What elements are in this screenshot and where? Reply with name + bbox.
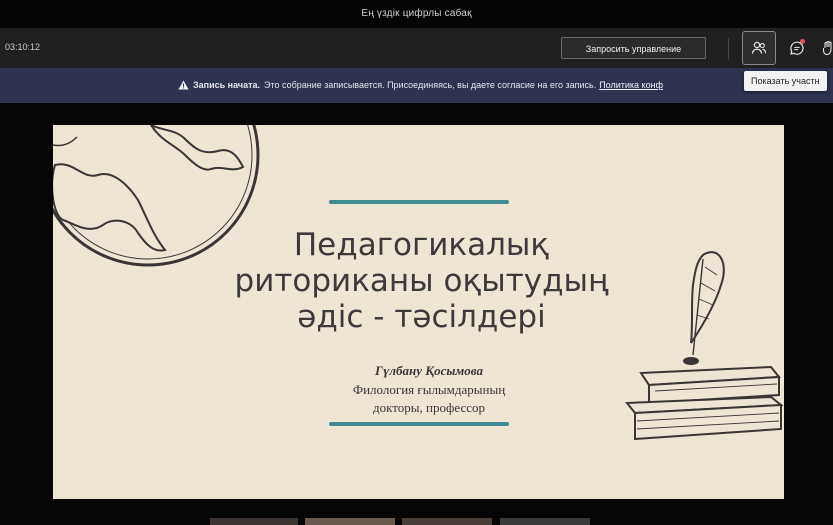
window-title: Ең үздік цифрлы сабақ — [361, 8, 472, 19]
request-control-button[interactable]: Запросить управление — [561, 37, 706, 59]
meeting-timer: 03:10:12 — [5, 42, 41, 52]
meeting-toolbar: 03:10:12 Запросить управление — [0, 28, 833, 68]
recording-banner: Запись начата. Это собрание записывается.… — [0, 68, 833, 103]
participant-thumbnail[interactable] — [210, 518, 298, 525]
notification-dot — [800, 39, 805, 44]
participant-thumbnail[interactable] — [402, 518, 492, 525]
privacy-policy-link[interactable]: Политика конф — [599, 80, 663, 90]
author-name: Гүлбану Қосымова — [375, 363, 483, 378]
participants-tooltip: Показать участн — [744, 71, 827, 91]
bottom-accent-line — [329, 422, 509, 426]
chat-button[interactable] — [780, 31, 814, 65]
slide-title-line: Педагогикалық — [293, 227, 550, 263]
show-participants-button[interactable] — [742, 31, 776, 65]
author-degree: Филология ғылымдарының докторы, профессо… — [293, 381, 565, 417]
slide-title: Педагогикалық риториканы оқытудың әдіс -… — [173, 227, 670, 335]
reactions-button[interactable] — [818, 31, 833, 65]
warning-icon — [178, 80, 189, 90]
hand-icon — [822, 40, 832, 56]
title-bar: Ең үздік цифрлы сабақ — [0, 0, 833, 28]
participant-thumbnail[interactable] — [500, 518, 590, 525]
banner-row: Запись начата. Это собрание записывается.… — [178, 80, 663, 90]
recording-notice-text: Это собрание записывается. Присоединяясь… — [264, 80, 597, 90]
presentation-slide: Педагогикалық риториканы оқытудың әдіс -… — [53, 125, 784, 499]
recording-started-label: Запись начата. — [193, 80, 261, 90]
people-icon — [751, 41, 767, 54]
degree-line: Филология ғылымдарының — [352, 382, 506, 397]
toolbar-divider — [728, 38, 729, 60]
slide-title-line: әдіс - тәсілдері — [297, 299, 546, 335]
participant-thumbnail[interactable] — [305, 518, 395, 525]
top-accent-line — [329, 200, 509, 204]
degree-line: докторы, профессор — [372, 400, 486, 415]
slide-title-line: риториканы оқытудың — [234, 263, 609, 299]
